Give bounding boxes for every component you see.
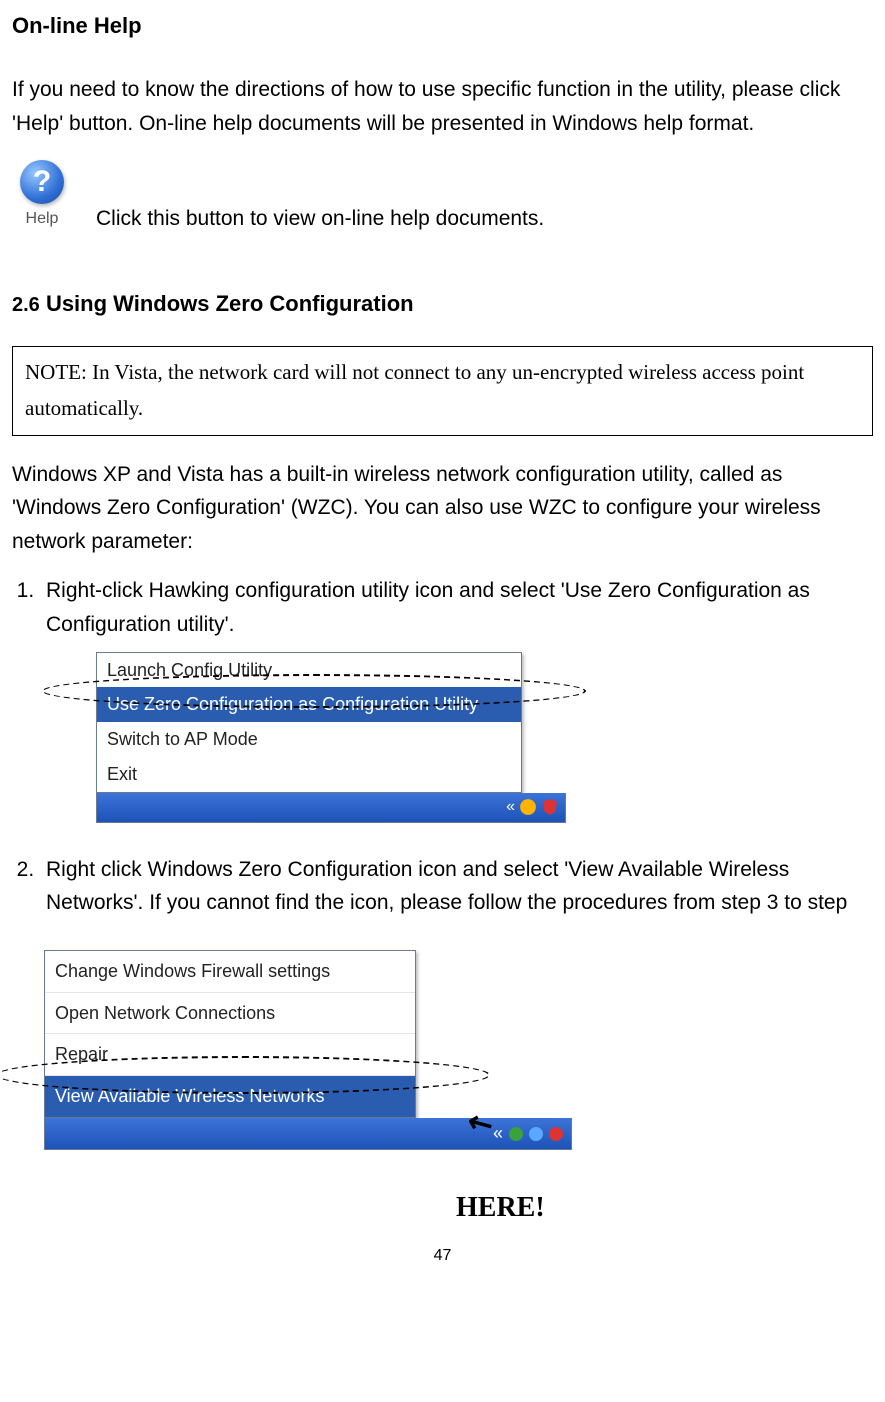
steps-list: Right-click Hawking configuration utilit… [40, 574, 873, 920]
taskbar-1: « [96, 793, 566, 823]
online-help-description: If you need to know the directions of ho… [12, 73, 873, 140]
help-button[interactable]: ? Help [12, 156, 72, 236]
step-1-text: Right-click Hawking configuration utilit… [46, 579, 810, 636]
context-menu-screenshot-1: Launch Config Utility Use Zero Configura… [96, 652, 566, 823]
page-number: 47 [12, 1243, 873, 1269]
tray-shield-icon[interactable] [541, 798, 559, 816]
section-heading: 2.6 Using Windows Zero Configuration [12, 286, 873, 321]
wzc-description: Windows XP and Vista has a built-in wire… [12, 458, 873, 559]
context-menu-1: Launch Config Utility Use Zero Configura… [96, 652, 522, 793]
taskbar-caret-icon[interactable]: « [506, 794, 515, 820]
help-button-label: Help [26, 206, 59, 232]
help-button-description: Click this button to view on-line help d… [96, 202, 544, 236]
menu-item-switch-ap-mode[interactable]: Switch to AP Mode [97, 722, 521, 757]
here-annotation: HERE! [456, 1186, 873, 1231]
tray-network-icon[interactable] [509, 1127, 523, 1141]
help-icon: ? [20, 160, 64, 204]
tray-icon[interactable] [519, 798, 537, 816]
menu-item-firewall-settings[interactable]: Change Windows Firewall settings [45, 951, 415, 992]
menu-item-exit[interactable]: Exit [97, 757, 521, 792]
online-help-heading: On-line Help [12, 8, 873, 43]
menu-item-repair[interactable]: Repair [45, 1033, 415, 1075]
section-title: Using Windows Zero Configuration [46, 291, 414, 316]
menu-item-use-zero-config[interactable]: Use Zero Configuration as Configuration … [97, 687, 521, 722]
tray-wireless-icon[interactable] [529, 1127, 543, 1141]
context-menu-screenshot-2: Change Windows Firewall settings Open Ne… [12, 950, 572, 1150]
step-2: Right click Windows Zero Configuration i… [40, 853, 873, 920]
note-box: NOTE: In Vista, the network card will no… [12, 346, 873, 435]
tray-shield-icon[interactable] [549, 1127, 563, 1141]
step-1: Right-click Hawking configuration utilit… [40, 574, 873, 822]
section-number: 2.6 [12, 294, 40, 316]
menu-item-open-network-connections[interactable]: Open Network Connections [45, 992, 415, 1034]
menu-item-launch-config[interactable]: Launch Config Utility [97, 653, 521, 688]
step-2-text: Right click Windows Zero Configuration i… [46, 858, 847, 915]
context-menu-2: Change Windows Firewall settings Open Ne… [44, 950, 416, 1118]
menu-item-view-wireless-networks[interactable]: View Available Wireless Networks [45, 1075, 415, 1117]
help-button-row: ? Help Click this button to view on-line… [12, 156, 873, 236]
